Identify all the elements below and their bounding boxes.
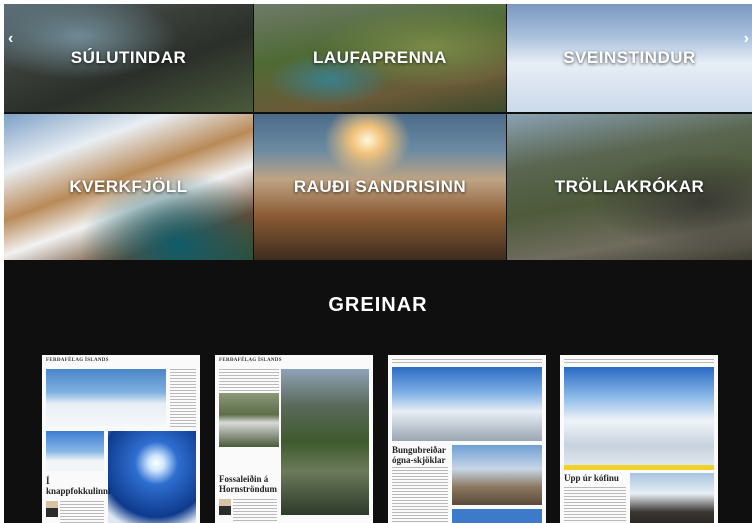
page-frame: ‹ › SÚLUTINDAR LAUFAPRENNA SVEINSTINDUR … [4,4,752,523]
article-photo [219,393,279,447]
tile-trollakrokar[interactable]: TRÖLLAKRÓKAR [507,114,752,260]
tile-laufaprenna[interactable]: LAUFAPRENNA [254,4,506,112]
tile-label: SVEINSTINDUR [563,48,696,67]
tile-kverkfjoll[interactable]: KVERKFJÖLL [4,114,253,260]
tile-sulutindar[interactable]: SÚLUTINDAR [4,4,253,112]
author-portrait [46,501,58,517]
author-portrait [219,499,231,515]
article-card[interactable]: Upp úr kófinu [560,355,718,523]
text-column [564,487,626,523]
article-header: FERÐAFÉLAG ÍSLANDS [46,358,109,363]
article-header: FERÐAFÉLAG ÍSLANDS [219,358,282,363]
article-photo [630,473,714,523]
text-column [392,467,448,523]
article-photo [46,431,104,471]
text-column [564,359,714,365]
text-column [60,501,104,523]
article-headline: Í knappfokkulinni [46,476,111,496]
article-photo [564,367,714,465]
article-photo [281,369,369,515]
text-column [233,499,277,521]
article-headline: Fossaleiðin á Hornströndum [219,474,278,494]
tile-label: KVERKFJÖLL [69,177,188,196]
article-headline: Upp úr kófinu [564,473,619,483]
carousel-prev-icon[interactable]: ‹ [8,30,13,48]
tile-label: SÚLUTINDAR [70,48,187,67]
text-column [392,359,542,365]
tile-label: TRÖLLAKRÓKAR [554,177,705,196]
article-card[interactable]: FERÐAFÉLAG ÍSLANDS Fossaleiðin á Hornstr… [215,355,373,523]
carousel-next-icon[interactable]: › [744,30,749,48]
text-column [219,369,279,391]
article-photo [108,431,196,523]
article-photo [46,369,166,427]
article-photo [452,509,542,523]
destination-tiles: ‹ › SÚLUTINDAR LAUFAPRENNA SVEINSTINDUR … [4,4,752,260]
text-column [170,369,196,429]
tile-sveinstindur[interactable]: SVEINSTINDUR [507,4,752,112]
tile-raudi-sandrisinn[interactable]: RAUÐI SANDRISINN [254,114,506,260]
article-card[interactable]: FERÐAFÉLAG ÍSLANDS Í knappfokkulinni [42,355,200,523]
article-headline: Bungubreiðar ógna-skjöklar [392,445,446,465]
article-photo [392,367,542,441]
accent-band [564,465,714,470]
tile-label: RAUÐI SANDRISINN [293,177,467,196]
article-photo [452,445,542,505]
article-card[interactable]: Bungubreiðar ógna-skjöklar [388,355,546,523]
articles-heading: GREINAR [328,294,428,316]
tile-label: LAUFAPRENNA [313,48,447,67]
